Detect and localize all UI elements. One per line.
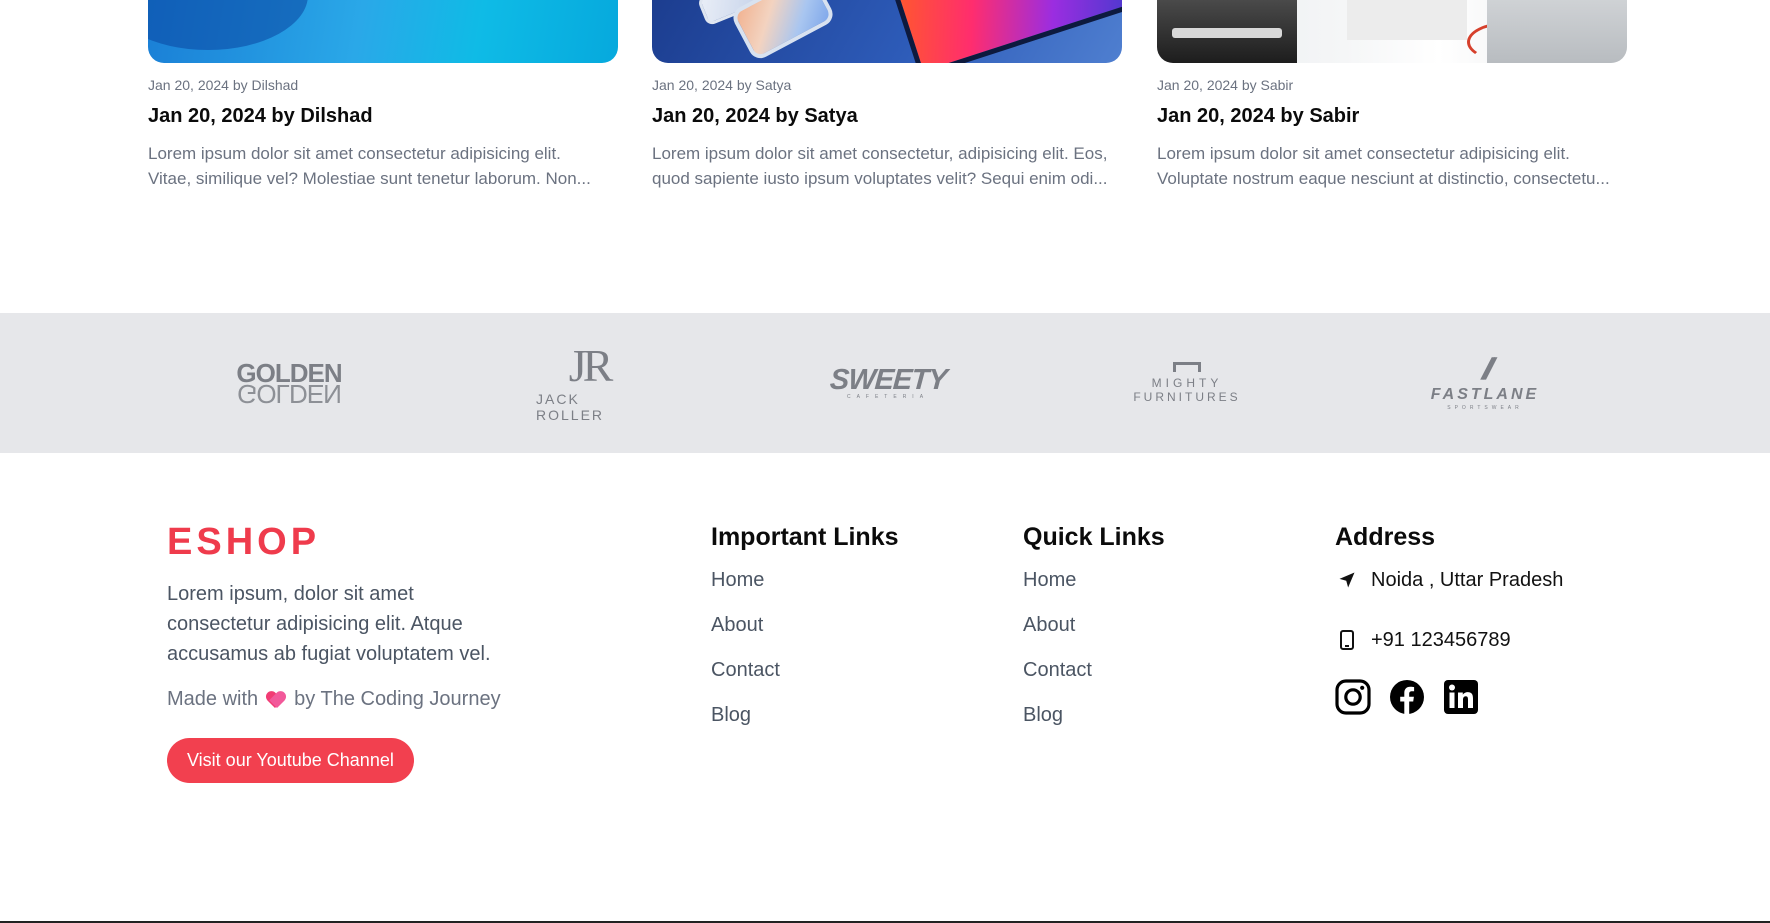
address-phone: +91 123456789 [1335, 627, 1563, 653]
address-phone-text: +91 123456789 [1371, 628, 1511, 651]
brand-logo-mark: // [1477, 353, 1493, 386]
blog-card-excerpt: Lorem ipsum dolor sit amet consectetur a… [148, 141, 618, 191]
brand-logo-text: FASTLANE [1430, 386, 1540, 403]
blog-card-meta: Jan 20, 2024 by Dilshad [148, 77, 299, 93]
brand-logo-text: MIGHTY [1151, 376, 1223, 390]
important-links-column: Important Links Home About Contact Blog [711, 523, 899, 747]
brand-logos-strip: GOLDEN GOLDEN JR JACK ROLLER SWEETY CAFE… [0, 313, 1770, 453]
mobile-phone-icon [1335, 630, 1359, 650]
blog-card[interactable]: Jan 20, 2024 by Dilshad Jan 20, 2024 by … [148, 0, 618, 191]
brand-logo-subtext: SPORTSWEAR [1447, 405, 1523, 411]
blog-card[interactable]: Jan 20, 2024 by Sabir Jan 20, 2024 by Sa… [1157, 0, 1627, 191]
footer-link-home[interactable]: Home [711, 567, 899, 612]
instagram-icon[interactable] [1335, 679, 1371, 715]
blog-card-excerpt-line: Voluptate nostrum eaque nesciunt at dist… [1157, 169, 1610, 188]
footer-brand-logo[interactable]: ESHOP [167, 521, 320, 564]
address-location-text: Noida , Uttar Pradesh [1371, 568, 1564, 591]
quick-link-home[interactable]: Home [1023, 567, 1165, 612]
blog-card[interactable]: Jan 20, 2024 by Satya Jan 20, 2024 by Sa… [652, 0, 1122, 191]
made-with-prefix: Made with [167, 688, 259, 710]
footer-link-contact[interactable]: Contact [711, 657, 899, 702]
location-arrow-icon [1335, 571, 1359, 589]
footer-link-about[interactable]: About [711, 612, 899, 657]
linkedin-icon[interactable] [1443, 679, 1479, 715]
blog-card-excerpt-line: Lorem ipsum dolor sit amet consectetur a… [1157, 144, 1570, 163]
address-heading: Address [1335, 523, 1436, 551]
blog-card-title[interactable]: Jan 20, 2024 by Dilshad [148, 105, 618, 128]
blog-card-image[interactable] [652, 0, 1122, 63]
blog-card-image[interactable] [148, 0, 618, 63]
blog-section: Jan 20, 2024 by Dilshad Jan 20, 2024 by … [148, 0, 1628, 200]
blog-card-excerpt-line: Lorem ipsum dolor sit amet consectetur a… [148, 144, 561, 163]
blog-card-excerpt: Lorem ipsum dolor sit amet consectetur, … [652, 141, 1122, 191]
youtube-channel-button[interactable]: Visit our Youtube Channel [167, 738, 414, 783]
footer-made-with: Made with by The Coding Journey [167, 688, 501, 711]
footer-description: Lorem ipsum, dolor sit amet consectetur … [167, 583, 491, 665]
quick-links-column: Quick Links Home About Contact Blog [1023, 523, 1165, 747]
blog-card-excerpt-line: quod sapiente iusto ipsum voluptates vel… [652, 169, 1108, 188]
important-links-heading: Important Links [711, 523, 899, 551]
footer-link-blog[interactable]: Blog [711, 702, 899, 747]
address-location: Noida , Uttar Pradesh [1335, 567, 1563, 593]
blog-card-excerpt-line: Vitae, similique vel? Molestiae sunt ten… [148, 169, 591, 188]
heart-icon [266, 690, 286, 710]
quick-links-heading: Quick Links [1023, 523, 1165, 551]
brand-logo-text: SWEETY [828, 364, 948, 396]
blog-card-title[interactable]: Jan 20, 2024 by Sabir [1157, 105, 1627, 128]
brand-logo-text: JACK ROLLER [536, 391, 605, 423]
brand-logo-text: FURNITURES [1133, 390, 1241, 404]
brand-logo-golden: GOLDEN GOLDEN [236, 313, 342, 453]
blog-card-excerpt: Lorem ipsum dolor sit amet consectetur a… [1157, 141, 1627, 191]
brand-logo-jack-roller: JR JACK ROLLER [536, 313, 642, 453]
brand-logo-mark: JR [568, 340, 614, 391]
blog-card-excerpt-line: Lorem ipsum dolor sit amet consectetur, … [652, 144, 1108, 163]
quick-link-blog[interactable]: Blog [1023, 702, 1165, 747]
address-column: Address Noida , Uttar Pradesh +91 123456… [1335, 523, 1563, 715]
quick-link-about[interactable]: About [1023, 612, 1165, 657]
made-with-suffix: by The Coding Journey [294, 688, 501, 710]
brand-logo-fastlane: // FASTLANE SPORTSWEAR [1430, 313, 1540, 453]
social-links [1335, 679, 1563, 715]
bed-icon [1173, 362, 1201, 372]
brand-logo-text: GOLDEN [237, 379, 341, 409]
blog-card-meta: Jan 20, 2024 by Satya [652, 77, 792, 93]
brand-logo-mighty-furnitures: MIGHTY FURNITURES [1131, 313, 1243, 453]
blog-card-image[interactable] [1157, 0, 1627, 63]
blog-card-title[interactable]: Jan 20, 2024 by Satya [652, 105, 1122, 128]
quick-link-contact[interactable]: Contact [1023, 657, 1165, 702]
brand-logo-sweety: SWEETY CAFETERIA [829, 313, 948, 453]
blog-card-meta: Jan 20, 2024 by Sabir [1157, 77, 1294, 93]
site-footer: ESHOP Lorem ipsum, dolor sit amet consec… [0, 453, 1770, 923]
facebook-icon[interactable] [1389, 679, 1425, 715]
